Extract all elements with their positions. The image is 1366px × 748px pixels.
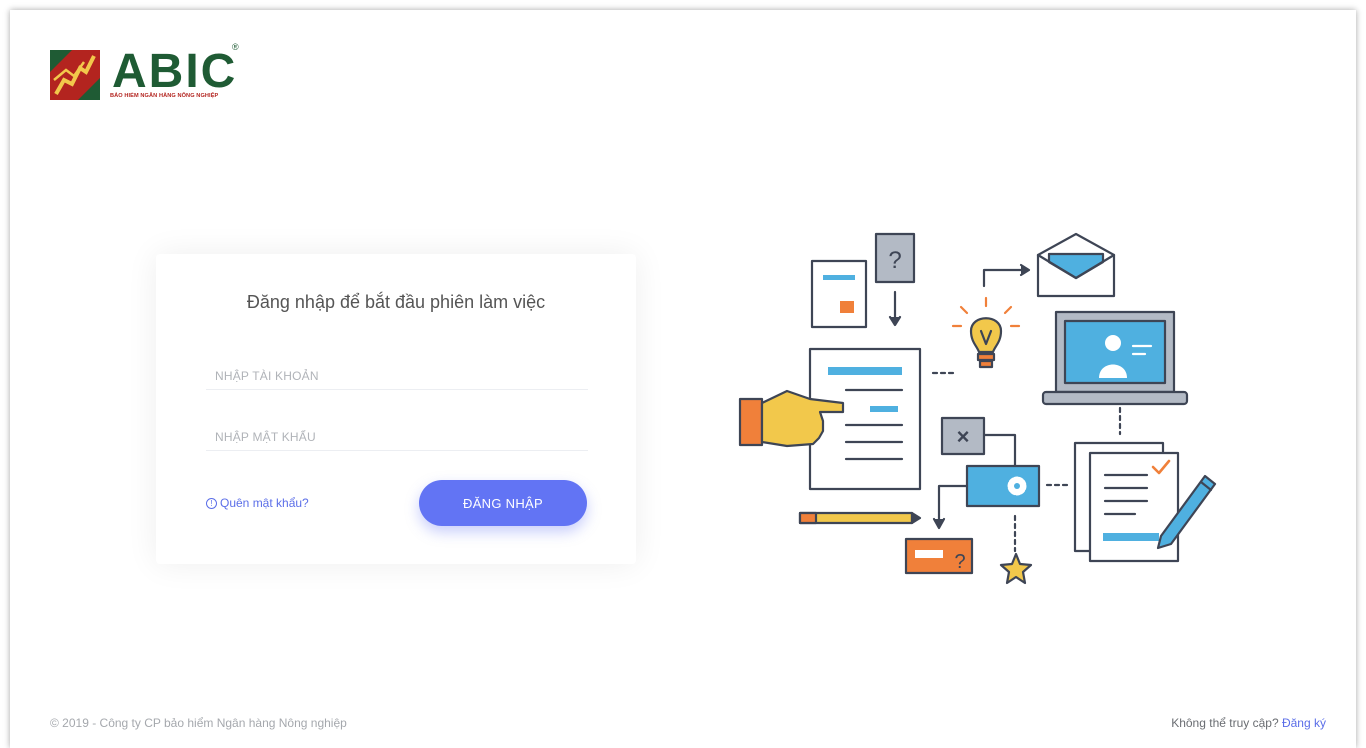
svg-text:?: ? bbox=[954, 551, 965, 573]
svg-text:?: ? bbox=[888, 247, 901, 274]
logo-tagline: BẢO HIỂM NGÂN HÀNG NÔNG NGHIỆP bbox=[110, 93, 219, 99]
logo-wordmark: ABIC bbox=[112, 45, 238, 98]
main-document-icon bbox=[808, 347, 922, 491]
copyright-text: © 2019 - Công ty CP bảo hiểm Ngân hàng N… bbox=[50, 716, 347, 730]
laptop-user-icon bbox=[1041, 310, 1189, 406]
pencil-icon bbox=[798, 511, 922, 525]
password-input[interactable] bbox=[206, 423, 588, 451]
document-icon bbox=[810, 259, 868, 329]
workflow-illustration: ? × ? bbox=[738, 232, 1217, 585]
abic-logo-mark bbox=[50, 50, 100, 100]
footer-access: Không thể truy cập? Đăng ký bbox=[1171, 716, 1326, 730]
checklist-pen-icon bbox=[1073, 441, 1217, 563]
close-box-icon: × bbox=[940, 416, 1017, 468]
register-link[interactable]: Đăng ký bbox=[1282, 716, 1326, 730]
question-tag-icon: ? bbox=[904, 537, 974, 575]
star-icon bbox=[999, 552, 1033, 585]
question-box-icon: ? bbox=[874, 232, 916, 327]
cannot-access-text: Không thể truy cập? bbox=[1171, 716, 1279, 730]
svg-text:×: × bbox=[957, 424, 970, 449]
info-icon: ! bbox=[206, 497, 217, 509]
forgot-password-link[interactable]: ! Quên mật khẩu? bbox=[206, 496, 309, 510]
envelope-icon bbox=[1036, 232, 1116, 298]
login-title: Đăng nhập để bắt đầu phiên làm việc bbox=[246, 292, 546, 312]
login-card: Đăng nhập để bắt đầu phiên làm việc ! Qu… bbox=[156, 254, 636, 564]
abic-logo: ABIC ® BẢO HIỂM NGÂN HÀNG NÔNG NGHIỆP bbox=[50, 42, 250, 104]
login-button[interactable]: ĐĂNG NHẬP bbox=[419, 480, 587, 526]
lightbulb-icon bbox=[951, 296, 1021, 369]
forgot-password-label: Quên mật khẩu? bbox=[220, 496, 309, 510]
settings-box-icon bbox=[932, 464, 1041, 530]
username-input[interactable] bbox=[206, 362, 588, 390]
registered-mark: ® bbox=[232, 42, 239, 52]
